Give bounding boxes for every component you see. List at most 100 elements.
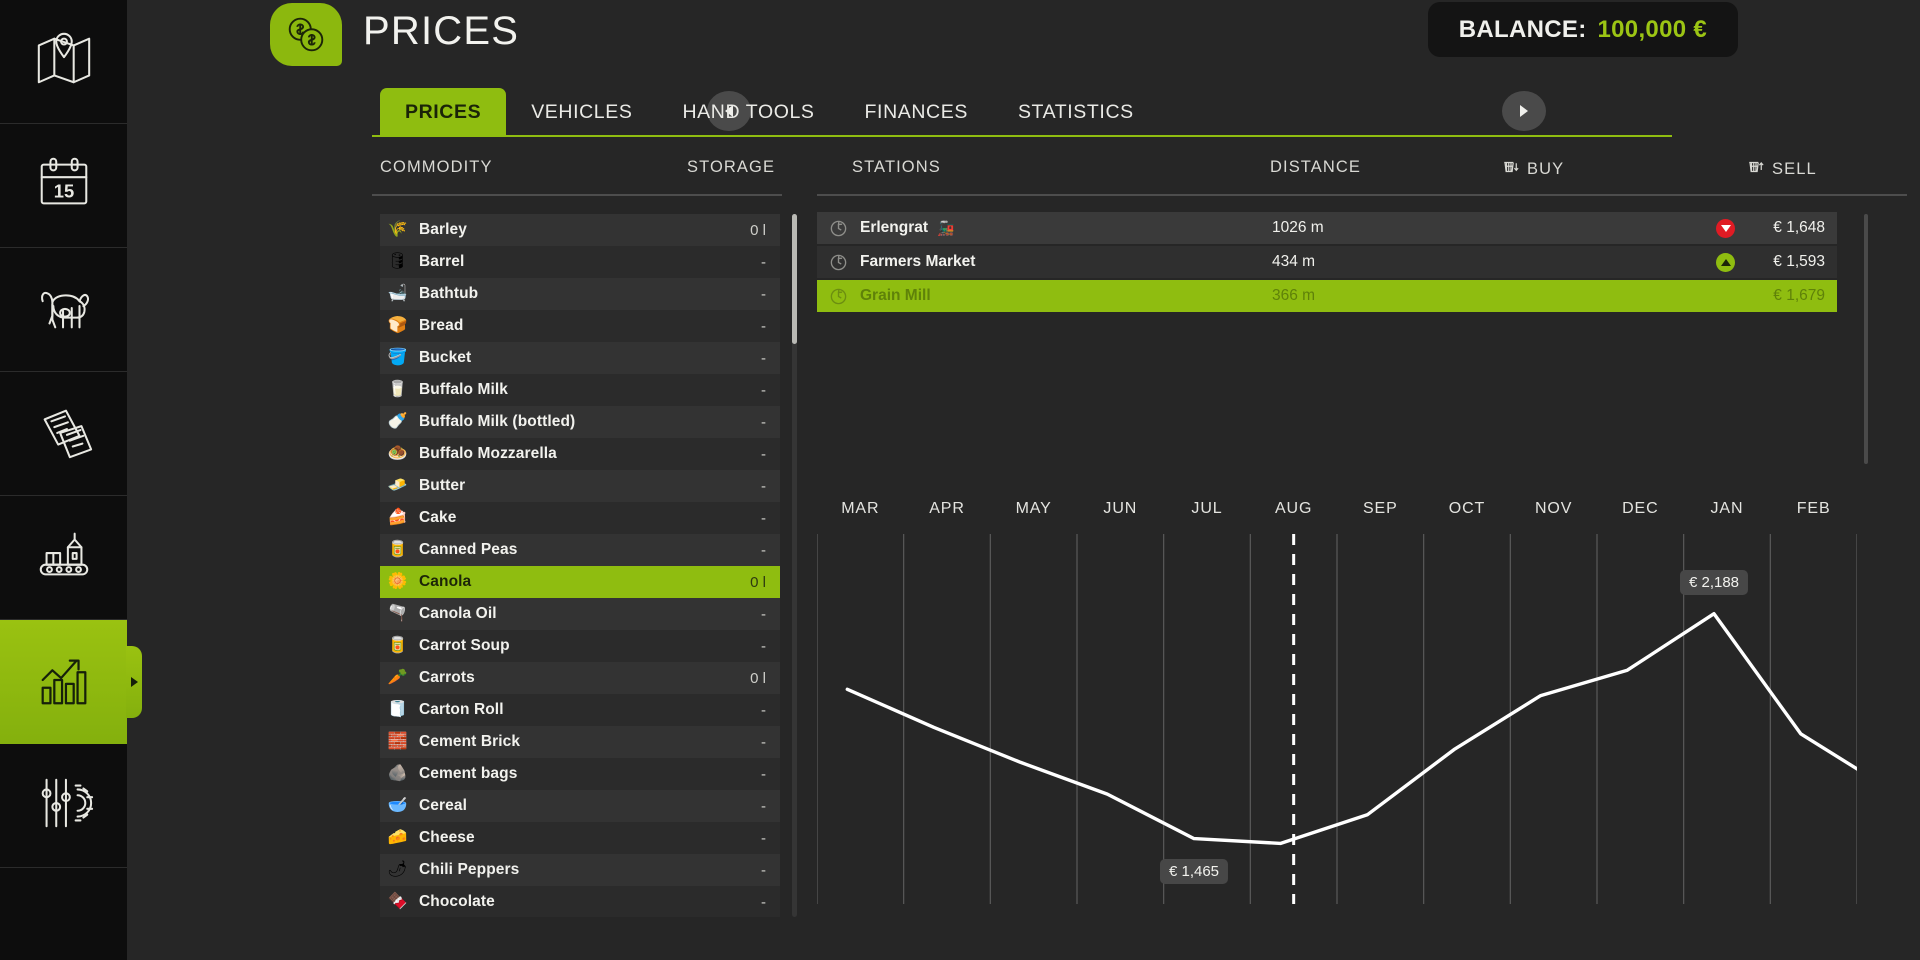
commodity-name: Butter xyxy=(419,477,465,495)
column-header-stations[interactable]: STATIONS xyxy=(852,158,941,177)
commodity-row[interactable]: 🛁Bathtub- xyxy=(380,278,780,310)
commodity-name: Canola Oil xyxy=(419,605,497,623)
sidebar-item-map[interactable] xyxy=(0,0,127,124)
station-row[interactable]: Grain Mill366 m€ 1,679 xyxy=(817,280,1837,312)
commodity-row[interactable]: 🌶Chili Peppers- xyxy=(380,854,780,886)
conveyor-icon xyxy=(33,524,95,591)
svg-text:15: 15 xyxy=(53,181,73,202)
commodity-storage: 0 l xyxy=(750,222,766,239)
station-list[interactable]: Erlengrat🚂1026 m€ 1,648 Farmers Market 434… xyxy=(817,212,1837,314)
commodity-row[interactable]: 🍼Buffalo Milk (bottled)- xyxy=(380,406,780,438)
commodity-row[interactable]: 🧈Butter- xyxy=(380,470,780,502)
commodity-icon: 🌾 xyxy=(387,220,408,241)
main-sidebar: 15 xyxy=(0,0,127,960)
commodity-row[interactable]: 🥣Cereal- xyxy=(380,790,780,822)
tab-finances[interactable]: FINANCES xyxy=(840,88,993,136)
column-header-sell[interactable]: SELL xyxy=(1747,158,1817,181)
commodity-icon: 🥕 xyxy=(387,668,408,689)
commodity-row[interactable]: 🛢Barrel- xyxy=(380,246,780,278)
column-header-sell-label: SELL xyxy=(1772,160,1817,179)
column-header-buy[interactable]: BUY xyxy=(1502,158,1564,181)
sidebar-item-contracts[interactable] xyxy=(0,372,127,496)
trend-up-icon xyxy=(1716,253,1735,272)
commodity-row[interactable]: 🍞Bread- xyxy=(380,310,780,342)
commodity-icon: 🧈 xyxy=(387,476,408,497)
commodity-icon: 🧻 xyxy=(387,700,408,721)
commodity-scrollbar[interactable] xyxy=(792,214,797,917)
station-name: Erlengrat xyxy=(860,219,928,237)
commodity-storage: - xyxy=(761,734,766,751)
tab-prices[interactable]: PRICES xyxy=(380,88,506,136)
tab-vehicles[interactable]: VEHICLES xyxy=(506,88,657,136)
chart-month-label: SEP xyxy=(1363,500,1398,518)
commodity-icon: 🌼 xyxy=(387,572,408,593)
sidebar-item-animals[interactable] xyxy=(0,248,127,372)
column-header-buy-label: BUY xyxy=(1527,160,1564,179)
refresh-icon[interactable] xyxy=(829,287,848,306)
commodity-name: Cement bags xyxy=(419,765,517,783)
chart-month-label: NOV xyxy=(1535,500,1572,518)
commodity-row[interactable]: 🪣Bucket- xyxy=(380,342,780,374)
commodity-storage: - xyxy=(761,606,766,623)
tab-statistics[interactable]: STATISTICS xyxy=(993,88,1159,136)
commodity-row[interactable]: 🧀Cheese- xyxy=(380,822,780,854)
commodity-list[interactable]: 🌾Barley0 l🛢Barrel-🛁Bathtub-🍞Bread-🪣Bucke… xyxy=(380,214,780,917)
sidebar-item-calendar[interactable]: 15 xyxy=(0,124,127,248)
calendar-icon: 15 xyxy=(33,152,95,219)
tab-hand-tools[interactable]: HAND TOOLS xyxy=(657,88,839,136)
commodity-name: Carton Roll xyxy=(419,701,504,719)
chart-month-label: DEC xyxy=(1622,500,1658,518)
page-header: PRICES BALANCE: 100,000 € xyxy=(127,0,1920,100)
chart-month-label: JUN xyxy=(1103,500,1137,518)
station-distance: 434 m xyxy=(1272,253,1315,271)
commodity-row[interactable]: 🌾Barley0 l xyxy=(380,214,780,246)
chart-month-label: APR xyxy=(929,500,965,518)
commodity-name: Chocolate xyxy=(419,893,495,911)
commodity-row[interactable]: 🥕Carrots0 l xyxy=(380,662,780,694)
sidebar-active-pointer xyxy=(126,646,142,718)
chart-month-labels: MARAPRMAYJUNJULAUGSEPOCTNOVDECJANFEB xyxy=(817,500,1857,530)
commodity-row[interactable]: 🪨Cement bags- xyxy=(380,758,780,790)
column-header-distance[interactable]: DISTANCE xyxy=(1270,158,1361,177)
sidebar-item-production[interactable] xyxy=(0,496,127,620)
commodity-row[interactable]: 🥫Carrot Soup- xyxy=(380,630,780,662)
commodity-icon: 🥫 xyxy=(387,540,408,561)
column-header-storage[interactable]: STORAGE xyxy=(687,158,775,177)
header-divider-right xyxy=(817,194,1907,196)
station-name: Farmers Market xyxy=(860,253,975,271)
refresh-icon[interactable] xyxy=(829,219,848,238)
commodity-row[interactable]: 🧱Cement Brick- xyxy=(380,726,780,758)
chart-price-tooltip: € 1,465 xyxy=(1160,859,1228,884)
commodity-name: Barrel xyxy=(419,253,464,271)
commodity-row[interactable]: 🧆Buffalo Mozzarella- xyxy=(380,438,780,470)
commodity-name: Canned Peas xyxy=(419,541,517,559)
sidebar-item-settings[interactable] xyxy=(0,744,127,868)
commodity-storage: - xyxy=(761,798,766,815)
station-price: € 1,593 xyxy=(1773,253,1825,271)
commodity-icon: 🥣 xyxy=(387,796,408,817)
commodity-row[interactable]: 🧻Carton Roll- xyxy=(380,694,780,726)
price-chart: MARAPRMAYJUNJULAUGSEPOCTNOVDECJANFEB € 2… xyxy=(817,500,1857,920)
commodity-scrollbar-thumb[interactable] xyxy=(792,214,797,344)
commodity-icon: 🍰 xyxy=(387,508,408,529)
commodity-row[interactable]: 🥛Buffalo Milk- xyxy=(380,374,780,406)
commodity-row[interactable]: 🍫Chocolate- xyxy=(380,886,780,917)
commodity-row[interactable]: 🥫Canned Peas- xyxy=(380,534,780,566)
sidebar-item-statistics[interactable] xyxy=(0,620,127,744)
header-divider-left xyxy=(372,194,782,196)
commodity-row[interactable]: 🌼Canola0 l xyxy=(380,566,780,598)
station-price: € 1,679 xyxy=(1773,287,1825,305)
tab-next-button[interactable] xyxy=(1502,91,1546,131)
balance-label: BALANCE: xyxy=(1459,16,1587,44)
commodity-row[interactable]: 🍰Cake- xyxy=(380,502,780,534)
station-distance: 1026 m xyxy=(1272,219,1324,237)
column-header-commodity[interactable]: COMMODITY xyxy=(380,158,493,177)
station-row[interactable]: Farmers Market 434 m € 1,593 xyxy=(817,246,1837,278)
commodity-row[interactable]: 🫗Canola Oil- xyxy=(380,598,780,630)
cow-icon xyxy=(33,276,95,343)
station-scrollbar[interactable] xyxy=(1864,214,1868,464)
station-row[interactable]: Erlengrat🚂1026 m€ 1,648 xyxy=(817,212,1837,244)
refresh-icon[interactable] xyxy=(829,253,848,272)
coins-icon xyxy=(270,3,342,66)
commodity-storage: - xyxy=(761,350,766,367)
